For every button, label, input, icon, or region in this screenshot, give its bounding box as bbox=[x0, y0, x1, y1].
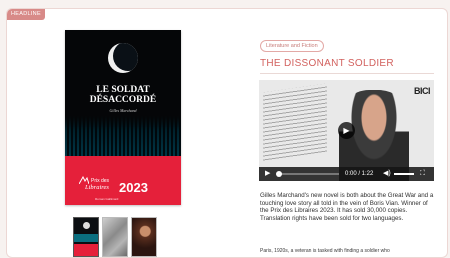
book-cover-image[interactable]: LE SOLDAT DÉSACCORDÉ Gilles Marchand Pri… bbox=[65, 30, 181, 205]
fullscreen-icon[interactable]: ⛶ bbox=[420, 170, 425, 178]
prize-banner: Prix des Libraires 2023 Roman Gallimard bbox=[65, 156, 181, 205]
prize-year: 2023 bbox=[119, 180, 148, 195]
cover-title-line1: LE SOLDAT bbox=[96, 85, 150, 95]
moon-graphic bbox=[108, 43, 138, 73]
category-tag[interactable]: Literature and Fiction bbox=[260, 40, 324, 52]
thumbnail-soldiers-photo[interactable] bbox=[102, 217, 128, 257]
volume-slider[interactable] bbox=[394, 173, 414, 175]
seek-bar[interactable] bbox=[277, 173, 339, 175]
headline-card: HEADLINE LE SOLDAT DÉSACCORDÉ Gilles Mar… bbox=[6, 8, 448, 258]
book-synopsis: Paris, 1920s, a veteran is tasked with f… bbox=[260, 248, 390, 254]
volume-icon[interactable]: ◀) bbox=[383, 170, 391, 178]
video-text-graphic bbox=[263, 83, 327, 163]
video-time: 0:00 / 1:22 bbox=[345, 171, 374, 177]
headline-tag: HEADLINE bbox=[7, 9, 45, 20]
thumbnail-book-cover[interactable] bbox=[73, 217, 99, 257]
prize-logo-icon bbox=[79, 176, 89, 184]
video-player[interactable]: BICI ▶ ▶ 0:00 / 1:22 ◀) ⛶ bbox=[259, 80, 434, 181]
seek-handle[interactable] bbox=[276, 171, 282, 177]
cover-title: LE SOLDAT DÉSACCORDÉ bbox=[65, 85, 181, 105]
video-controls: ▶ 0:00 / 1:22 ◀) ⛶ bbox=[259, 167, 434, 181]
book-title: THE DISSONANT SOLDIER bbox=[260, 58, 394, 69]
thumbnail-author-portrait[interactable] bbox=[131, 217, 157, 257]
title-divider bbox=[260, 73, 434, 74]
book-description: Gilles Marchand's new novel is both abou… bbox=[260, 192, 434, 222]
video-logo: BICI bbox=[414, 86, 431, 96]
cover-title-line2: DÉSACCORDÉ bbox=[89, 95, 157, 105]
cover-author: Gilles Marchand bbox=[109, 108, 137, 113]
prize-subtitle: Roman Gallimard bbox=[95, 197, 119, 201]
play-overlay-icon[interactable]: ▶ bbox=[338, 122, 355, 139]
play-icon[interactable]: ▶ bbox=[265, 170, 270, 178]
prize-line2: Libraires bbox=[85, 184, 109, 191]
